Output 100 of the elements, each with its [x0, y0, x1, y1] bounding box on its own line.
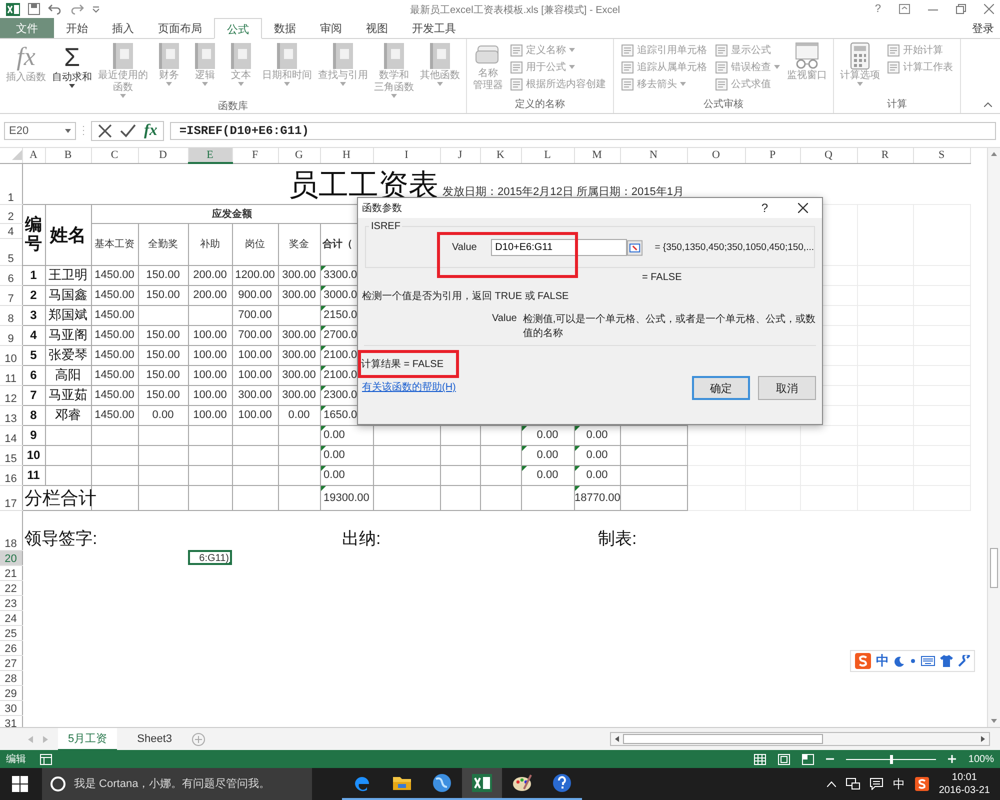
search-box[interactable]: 我是 Cortana，小娜。有问题尽管问我。	[42, 768, 312, 800]
error-indicator-icon[interactable]	[522, 446, 526, 450]
save-icon[interactable]	[28, 3, 40, 15]
row-header[interactable]: 17	[0, 485, 22, 510]
argument-field[interactable]: D10+E6:G11	[491, 239, 628, 256]
column-header[interactable]: C	[91, 148, 138, 163]
column-header[interactable]: R	[857, 148, 913, 163]
column-header[interactable]: P	[745, 148, 800, 163]
customize-caret-icon[interactable]	[92, 5, 100, 13]
error-indicator-icon[interactable]	[320, 366, 326, 370]
cancel-button[interactable]: 取消	[758, 376, 816, 400]
error-indicator-icon[interactable]	[320, 446, 326, 450]
column-header[interactable]: B	[45, 148, 91, 163]
column-header[interactable]: H	[320, 148, 373, 163]
row-header[interactable]: 26	[0, 640, 22, 655]
zoom-thumb[interactable]	[890, 754, 894, 764]
row-header[interactable]: 31	[0, 715, 22, 727]
page-break-icon[interactable]	[802, 754, 814, 764]
row-header[interactable]: 9	[0, 325, 22, 345]
shirt-icon[interactable]	[940, 655, 953, 667]
column-header[interactable]: Q	[800, 148, 857, 163]
row-header[interactable]: 27	[0, 655, 22, 670]
name-box[interactable]: E20	[4, 122, 76, 140]
help-button[interactable]: ?	[761, 201, 768, 215]
row-header[interactable]: 22	[0, 580, 22, 595]
column-header[interactable]: I	[373, 148, 440, 163]
error-indicator-icon[interactable]	[522, 466, 526, 470]
row-header[interactable]: 28	[0, 670, 22, 685]
row-header[interactable]: 11	[0, 365, 22, 385]
column-header[interactable]: J	[440, 148, 480, 163]
selected-cell[interactable]: 6:G11)	[188, 550, 232, 565]
moon-icon[interactable]	[894, 656, 905, 666]
row-header[interactable]: 13	[0, 405, 22, 425]
wrench-icon[interactable]	[958, 655, 970, 667]
scroll-thumb[interactable]	[623, 734, 823, 744]
ok-button[interactable]: 确定	[692, 376, 750, 400]
error-indicator-icon[interactable]	[320, 266, 326, 270]
row-header[interactable]: 14	[0, 425, 22, 445]
error-indicator-icon[interactable]	[320, 326, 326, 330]
ribbon-tab[interactable]: 文件	[0, 18, 54, 38]
row-header[interactable]: 12	[0, 385, 22, 405]
row-header[interactable]: 2	[0, 204, 22, 223]
formula-field[interactable]: =ISREF(D10+E6:G11)	[170, 122, 996, 140]
sign-in-link[interactable]: 登录	[966, 18, 1000, 38]
ribbon-tab[interactable]: 审阅	[308, 18, 354, 38]
normal-view-icon[interactable]	[754, 754, 766, 764]
sheet-tab[interactable]: 5月工资	[58, 728, 118, 750]
row-header[interactable]: 6	[0, 265, 22, 285]
row-header[interactable]: 7	[0, 285, 22, 305]
clock-date[interactable]: 2016-03-21	[938, 784, 990, 797]
row-header[interactable]: 4	[0, 223, 22, 238]
column-header[interactable]: L	[521, 148, 574, 163]
dot-icon[interactable]	[910, 658, 916, 664]
error-indicator-icon[interactable]	[320, 306, 326, 310]
ribbon-tab[interactable]: 数据	[262, 18, 308, 38]
input-method-indicator[interactable]: 中	[892, 776, 905, 792]
error-indicator-icon[interactable]	[320, 466, 326, 470]
column-header[interactable]: O	[687, 148, 745, 163]
row-header[interactable]: 15	[0, 445, 22, 465]
error-indicator-icon[interactable]	[574, 486, 580, 490]
error-indicator-icon[interactable]	[574, 446, 580, 450]
close-icon[interactable]	[798, 203, 808, 213]
macro-record-icon[interactable]	[40, 754, 52, 764]
horizontal-scrollbar[interactable]	[610, 732, 990, 746]
column-header[interactable]: M	[574, 148, 620, 163]
row-header[interactable]: 25	[0, 625, 22, 640]
ribbon-display-icon[interactable]	[899, 4, 910, 14]
row-header[interactable]: 20	[0, 550, 22, 565]
row-header[interactable]: 16	[0, 465, 22, 485]
zoom-level[interactable]: 100%	[968, 754, 994, 764]
check-icon[interactable]	[120, 124, 136, 138]
show-hidden-icon[interactable]	[826, 781, 836, 787]
page-layout-icon[interactable]	[778, 754, 790, 764]
input-mode-toggle[interactable]: 中	[876, 652, 889, 670]
clock-time[interactable]: 10:01	[952, 771, 977, 784]
row-header[interactable]: 30	[0, 700, 22, 715]
column-header[interactable]: E	[188, 148, 232, 163]
error-indicator-icon[interactable]	[574, 466, 580, 470]
row-header[interactable]: 10	[0, 345, 22, 365]
ribbon-tab[interactable]: 开发工具	[400, 18, 468, 38]
column-header[interactable]: A	[22, 148, 45, 163]
sheet-tab[interactable]: Sheet3	[127, 730, 182, 748]
column-header[interactable]: K	[480, 148, 521, 163]
column-header[interactable]: S	[913, 148, 970, 163]
ribbon-button[interactable]: Σ 自动求和	[49, 41, 95, 89]
cancel-icon[interactable]	[98, 124, 112, 138]
ribbon-tab[interactable]: 开始	[54, 18, 100, 38]
network-icon[interactable]	[846, 778, 860, 790]
search-field[interactable]: 我是 Cortana，小娜。有问题尽管问我。	[74, 778, 304, 790]
error-indicator-icon[interactable]	[320, 286, 326, 290]
row-header[interactable]: 21	[0, 565, 22, 580]
error-indicator-icon[interactable]	[320, 486, 326, 490]
collapse-dialog-icon[interactable]	[627, 240, 643, 256]
ribbon-tab[interactable]: 页面布局	[146, 18, 214, 38]
undo-icon[interactable]	[48, 3, 62, 15]
insert-function-button[interactable]: fx	[144, 122, 158, 140]
sogou-s-icon[interactable]	[914, 777, 929, 791]
windows-start-icon[interactable]	[12, 776, 28, 792]
column-header[interactable]: G	[278, 148, 320, 163]
column-header[interactable]: N	[620, 148, 687, 163]
